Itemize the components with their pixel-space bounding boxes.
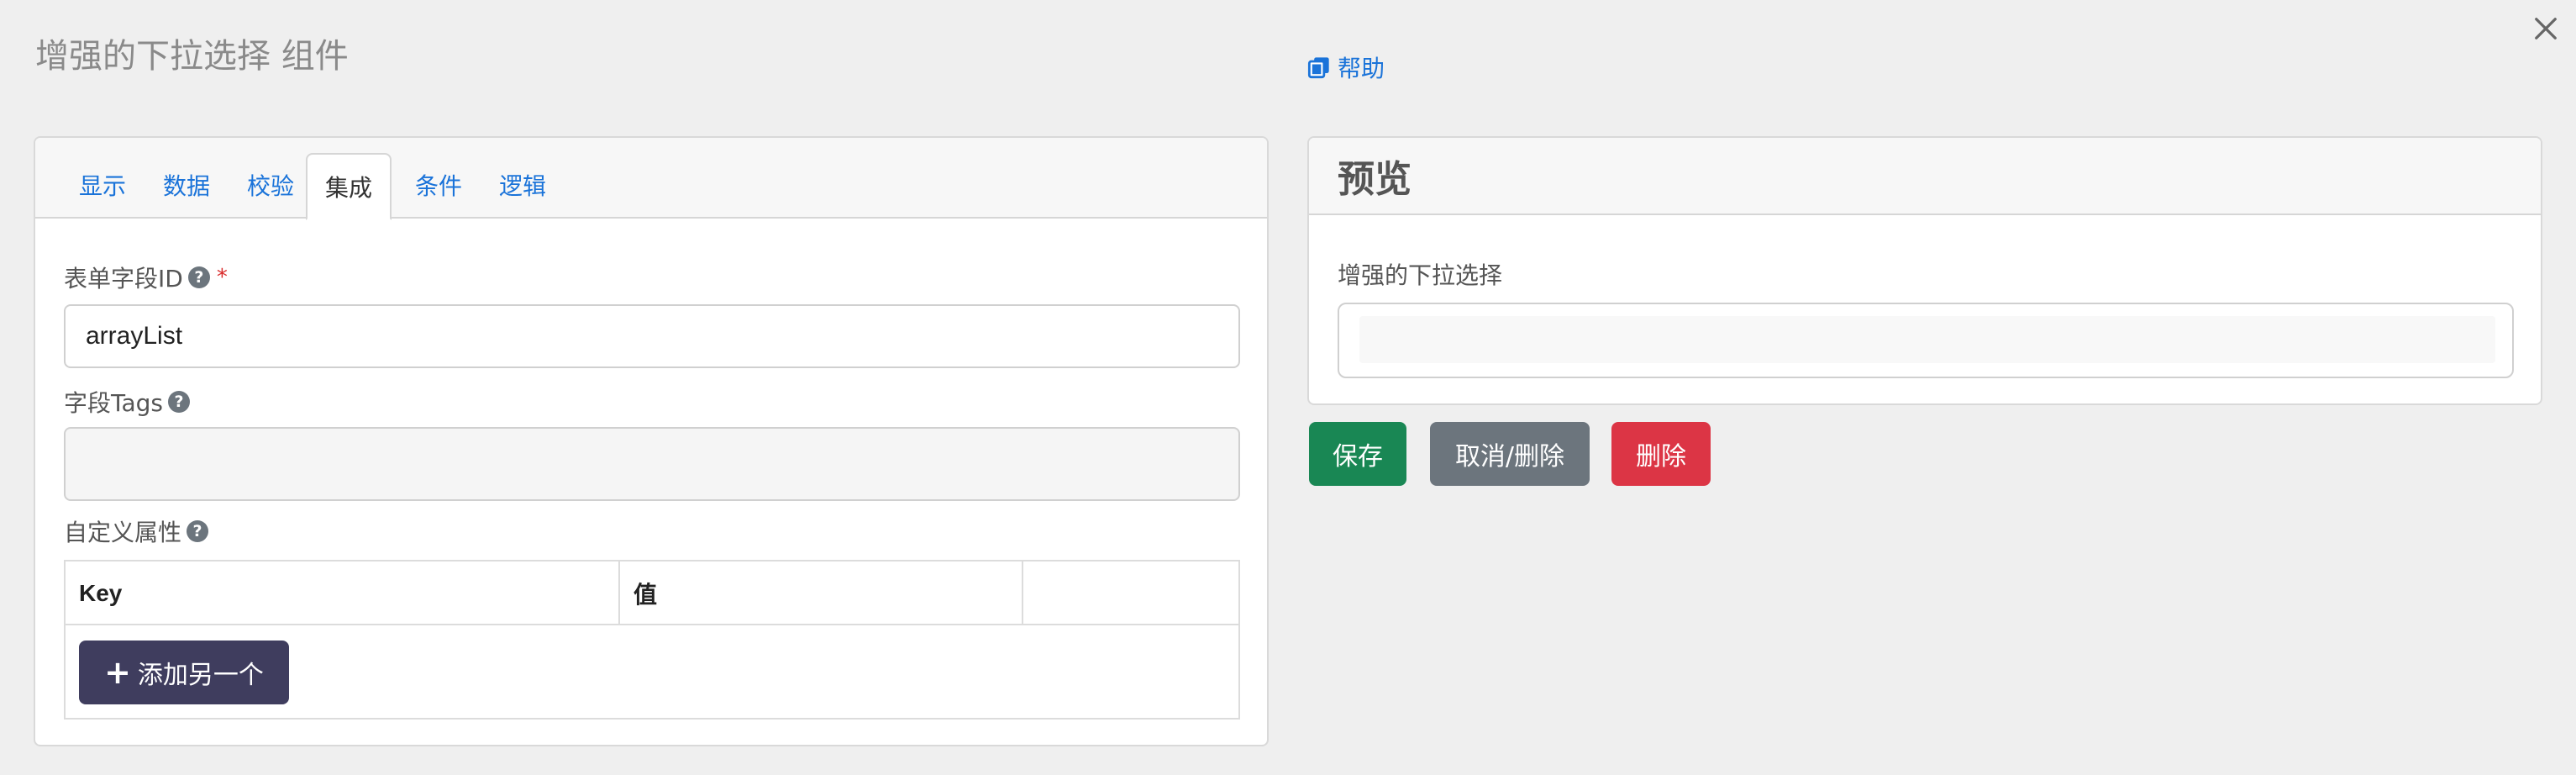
custom-props-table: Key 值 + 添加另一个 [64,560,1240,720]
close-icon [2535,18,2557,40]
tab-logic[interactable]: 逻辑 [489,151,556,219]
help-link[interactable]: 帮助 [1307,50,1385,84]
preview-component-label: 增强的下拉选择 [1338,261,1503,289]
field-id-label: 表单字段ID [64,265,183,293]
tab-integration[interactable]: 集成 [306,153,392,220]
question-icon[interactable]: ? [168,391,190,413]
custom-props-label-row: 自定义属性 ? [64,514,209,548]
custom-props-label: 自定义属性 [64,519,182,546]
table-header: Key 值 [66,561,1238,625]
help-label: 帮助 [1338,55,1385,82]
tab-display[interactable]: 显示 [69,151,136,219]
plus-icon: + [104,654,131,691]
preview-select-inner [1359,316,2495,363]
field-tags-input[interactable] [64,427,1240,501]
column-header-value: 值 [620,561,1023,625]
tab-data[interactable]: 数据 [153,151,220,219]
field-tags-label: 字段Tags [64,389,163,417]
field-id-input[interactable] [64,304,1240,368]
tab-conditional[interactable]: 条件 [405,151,472,219]
modal-title: 增强的下拉选择 组件 [35,37,349,76]
column-header-actions [1023,561,1238,625]
preview-header: 预览 [1309,138,2541,215]
field-tags-label-row: 字段Tags ? [64,385,190,419]
delete-button[interactable]: 删除 [1611,422,1711,486]
field-id-label-row: 表单字段ID ? * [64,261,228,294]
preview-card: 预览 增强的下拉选择 [1307,136,2542,405]
save-button[interactable]: 保存 [1309,422,1406,486]
tab-bar: 显示 数据 校验 集成 条件 逻辑 [35,138,1267,220]
settings-card: 显示 数据 校验 集成 条件 逻辑 表单字段ID ? * 字段Tags ? 自定… [34,136,1269,746]
question-icon[interactable]: ? [187,520,209,542]
component-edit-modal: 增强的下拉选择 组件 帮助 显示 数据 校验 集成 条件 逻辑 表单字段ID ?… [0,0,2576,775]
question-icon[interactable]: ? [187,266,210,288]
cancel-button[interactable]: 取消/删除 [1430,422,1590,486]
book-icon [1307,57,1329,79]
preview-select-input[interactable] [1338,303,2514,378]
column-header-key: Key [66,561,620,625]
add-another-label: 添加另一个 [137,661,264,690]
add-another-button[interactable]: + 添加另一个 [79,641,289,704]
close-button[interactable] [2524,7,2568,50]
required-mark: * [216,265,228,290]
tab-validation[interactable]: 校验 [237,151,304,219]
